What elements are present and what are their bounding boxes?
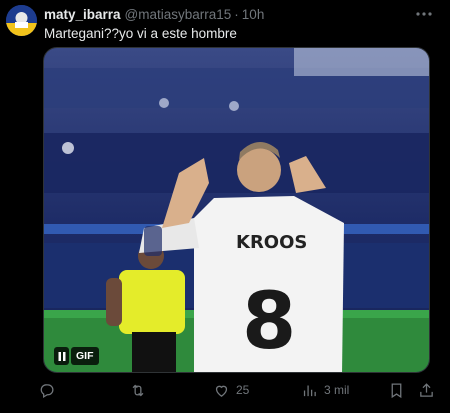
like-count: 25: [236, 383, 250, 397]
views-chart-icon: [301, 382, 318, 399]
reply-button[interactable]: [38, 380, 61, 400]
share-icon: [418, 382, 435, 399]
more-dots-icon[interactable]: [412, 6, 436, 22]
reply-icon: [38, 382, 55, 399]
tweet-header: maty_ibarra @matiasybarra15 · 10h: [44, 7, 264, 23]
tweet[interactable]: maty_ibarra @matiasybarra15 · 10h Marteg…: [0, 0, 450, 413]
timestamp[interactable]: 10h: [242, 7, 265, 23]
avatar-image: [6, 5, 37, 36]
retweet-icon: [129, 382, 147, 399]
avatar[interactable]: [6, 5, 37, 36]
views-count: 3 mil: [324, 383, 350, 397]
tweet-text: Martegani??yo vi a este hombre: [44, 26, 237, 41]
separator-dot: ·: [234, 7, 239, 22]
bookmark-icon: [388, 382, 405, 399]
action-bar: 25 3 mil: [38, 380, 438, 400]
share-button[interactable]: [418, 380, 435, 400]
gif-frame: KROOS 8: [44, 48, 429, 372]
gif-badge: GIF: [71, 347, 99, 365]
like-button[interactable]: 25: [213, 380, 249, 400]
heart-icon: [213, 382, 230, 399]
pause-icon[interactable]: [54, 347, 69, 365]
views-button[interactable]: 3 mil: [301, 380, 349, 400]
gif-controls: GIF: [54, 347, 99, 365]
retweet-button[interactable]: [129, 380, 153, 400]
jersey-name-text: KROOS: [236, 232, 307, 253]
gif-media[interactable]: KROOS 8 GIF: [43, 47, 430, 373]
jersey-number-text: 8: [242, 277, 296, 367]
author-handle[interactable]: @matiasybarra15: [125, 7, 232, 23]
author-name[interactable]: maty_ibarra: [44, 7, 121, 23]
bookmark-button[interactable]: [388, 380, 405, 400]
